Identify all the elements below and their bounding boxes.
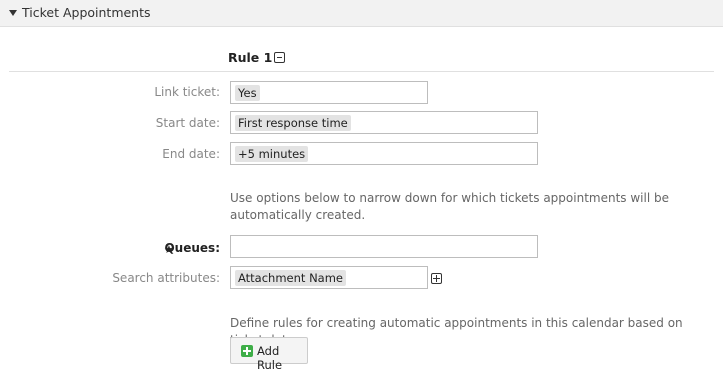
- divider: [9, 71, 714, 72]
- start-date-label: Start date:: [155, 116, 220, 130]
- end-date-label: End date:: [162, 147, 220, 161]
- search-attributes-value: Attachment Name: [235, 270, 346, 286]
- search-attributes-select[interactable]: Attachment Name: [230, 266, 428, 289]
- narrow-down-help: Use options below to narrow down for whi…: [230, 191, 669, 222]
- start-date-select[interactable]: First response time: [230, 111, 538, 134]
- rule-title: Rule 1: [228, 50, 273, 65]
- add-rule-button[interactable]: Add Rule: [230, 337, 308, 372]
- link-ticket-label: Link ticket:: [154, 85, 220, 99]
- add-rule-label: Add Rule: [257, 344, 283, 372]
- start-date-value: First response time: [235, 115, 351, 131]
- remove-rule-icon[interactable]: [274, 52, 285, 63]
- add-attribute-icon[interactable]: [431, 273, 442, 284]
- link-ticket-select[interactable]: Yes: [230, 81, 428, 104]
- queues-label: Queues:: [164, 241, 220, 255]
- plus-icon: [241, 345, 253, 357]
- end-date-value: +5 minutes: [235, 146, 309, 162]
- caret-down-icon[interactable]: [9, 10, 17, 16]
- queues-select[interactable]: [230, 235, 538, 258]
- section-title: Ticket Appointments: [22, 5, 151, 20]
- search-attributes-label: Search attributes:: [112, 271, 220, 285]
- link-ticket-value: Yes: [235, 85, 260, 101]
- section-header[interactable]: Ticket Appointments: [0, 0, 723, 27]
- end-date-select[interactable]: +5 minutes: [230, 142, 538, 165]
